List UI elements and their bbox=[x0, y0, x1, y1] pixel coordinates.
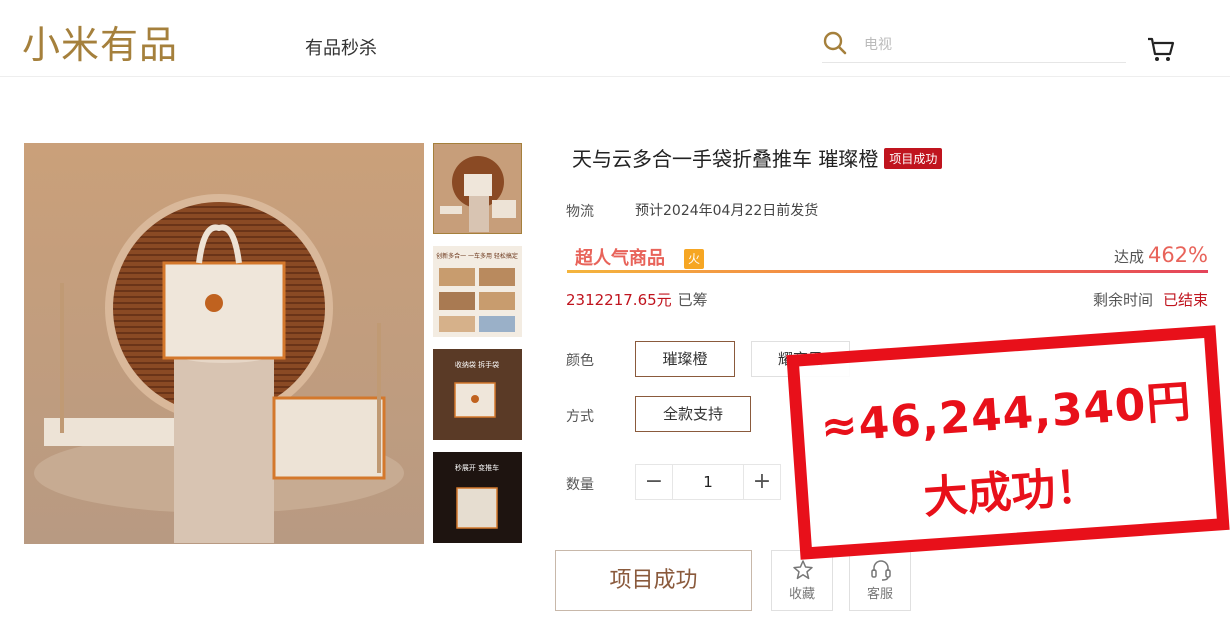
product-title-text: 天与云多合一手袋折叠推车 璀璨橙 bbox=[572, 147, 879, 171]
hot-product-label: 超人气商品 bbox=[575, 248, 665, 269]
stamp-success-text: 大成功！ bbox=[921, 460, 1102, 524]
main-product-image bbox=[24, 143, 424, 544]
thumbnail-2[interactable]: 创新多合一 一车多用 轻松搞定 bbox=[433, 246, 522, 337]
product-title: 天与云多合一手袋折叠推车 璀璨橙 项目成功 bbox=[572, 143, 943, 172]
thumbnail-1[interactable] bbox=[433, 143, 522, 234]
cart-icon[interactable] bbox=[1146, 36, 1176, 64]
customer-service-button[interactable]: 客服 bbox=[849, 550, 911, 611]
project-success-button[interactable]: 项目成功 bbox=[555, 550, 752, 611]
thumbnail-3-caption: 收纳袋 拆手袋 bbox=[455, 360, 499, 369]
achieve-label: 达成 bbox=[1113, 248, 1144, 266]
thumbnail-3[interactable]: 收纳袋 拆手袋 bbox=[433, 349, 522, 440]
stamp-amount: ≈46,244,340円 bbox=[819, 376, 1193, 453]
achieve-rate: 达成 462% bbox=[1114, 243, 1208, 267]
thumbnail-2-caption: 创新多合一 一车多用 轻松搞定 bbox=[436, 252, 518, 260]
quantity-value[interactable]: 1 bbox=[672, 465, 744, 499]
star-icon bbox=[793, 560, 813, 580]
quantity-plus-button[interactable]: + bbox=[744, 465, 780, 499]
shipping-label: 物流 bbox=[566, 204, 594, 220]
remaining-time: 剩余时间 已结束 bbox=[1093, 289, 1208, 310]
color-label: 颜色 bbox=[566, 353, 594, 369]
thumbnail-4[interactable]: 秒展开 变推车 bbox=[433, 452, 522, 543]
achieve-percent: 462% bbox=[1147, 243, 1208, 267]
thumbnail-4-caption: 秒展开 变推车 bbox=[455, 463, 499, 472]
shipping-text: 预计2024年04月22日前发货 bbox=[635, 203, 819, 219]
remain-value: 已结束 bbox=[1162, 291, 1208, 309]
funds-suffix: 已筹 bbox=[677, 291, 708, 309]
fire-icon: 火 bbox=[684, 249, 704, 269]
success-badge: 项目成功 bbox=[884, 148, 943, 169]
color-option-orange[interactable]: 璀璨橙 bbox=[635, 341, 735, 377]
nav-flash-sale-link[interactable]: 有品秒杀 bbox=[305, 34, 377, 60]
method-option-full[interactable]: 全款支持 bbox=[635, 396, 751, 432]
search-bar bbox=[822, 28, 1126, 63]
quantity-stepper: − 1 + bbox=[635, 464, 781, 500]
success-stamp-overlay: ≈46,244,340円 大成功！ bbox=[786, 325, 1230, 560]
search-icon[interactable] bbox=[822, 30, 848, 56]
remain-label: 剩余时间 bbox=[1092, 291, 1153, 309]
top-header: 小米有品 有品秒杀 bbox=[0, 0, 1230, 77]
method-label: 方式 bbox=[566, 409, 594, 425]
service-label: 客服 bbox=[866, 587, 893, 602]
search-input[interactable] bbox=[862, 32, 1116, 58]
quantity-minus-button[interactable]: − bbox=[636, 465, 672, 499]
quantity-label: 数量 bbox=[566, 477, 594, 493]
funds-amount: 2312217.65元 bbox=[566, 291, 672, 309]
funds-raised: 2312217.65元 已筹 bbox=[566, 289, 708, 310]
site-logo[interactable]: 小米有品 bbox=[22, 14, 178, 69]
headset-icon bbox=[871, 560, 891, 581]
funding-progress-bar bbox=[567, 270, 1208, 273]
favorite-label: 收藏 bbox=[788, 587, 815, 602]
